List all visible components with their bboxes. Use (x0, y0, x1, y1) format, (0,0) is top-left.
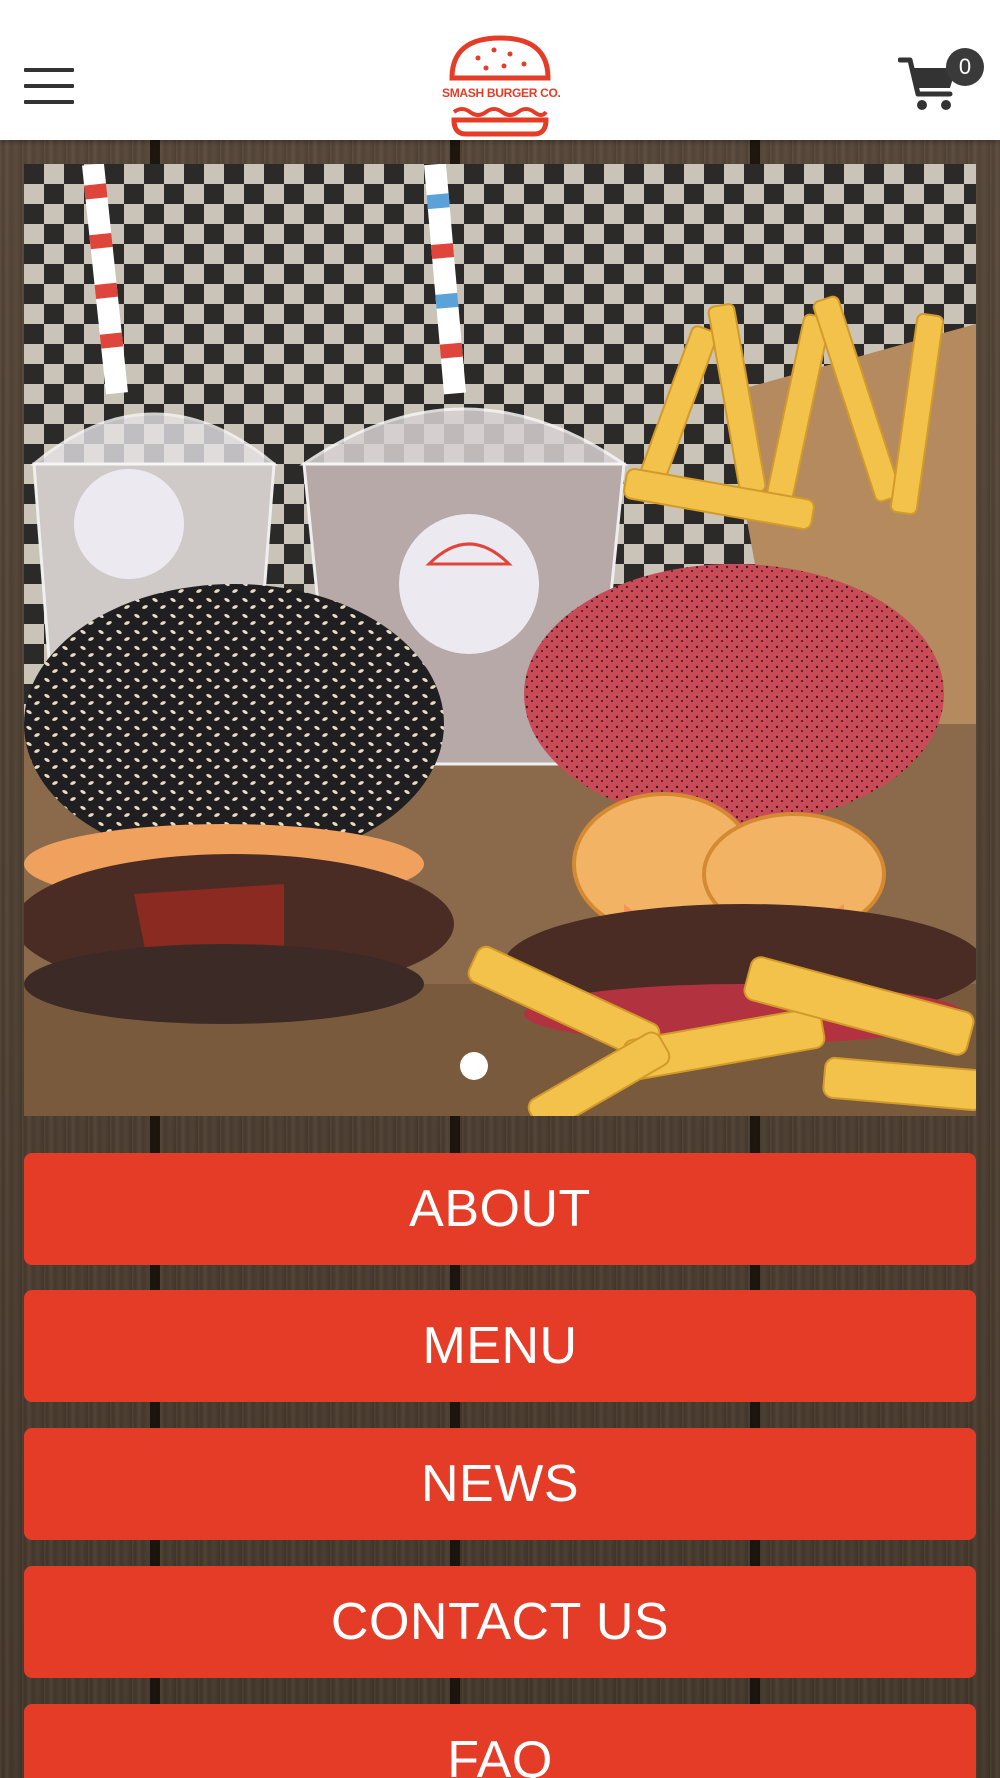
news-button[interactable]: NEWS (24, 1428, 976, 1540)
cart-count-badge: 0 (946, 48, 984, 86)
menu-button[interactable]: MENU (24, 1290, 976, 1402)
hamburger-menu-icon[interactable] (24, 68, 74, 106)
burger-photo (24, 164, 976, 1116)
hero-image (24, 164, 976, 1116)
logo-text: SMASH BURGER CO. (442, 86, 561, 100)
cart-button[interactable]: 0 (898, 48, 988, 118)
carousel-dot-1[interactable] (460, 1052, 488, 1080)
contact-us-button[interactable]: CONTACT US (24, 1566, 976, 1678)
brand-logo[interactable]: SMASH BURGER CO. (442, 34, 561, 138)
app-header: SMASH BURGER CO. 0 (0, 0, 1000, 140)
faq-button[interactable]: FAQ (24, 1704, 976, 1778)
about-button[interactable]: ABOUT (24, 1153, 976, 1265)
